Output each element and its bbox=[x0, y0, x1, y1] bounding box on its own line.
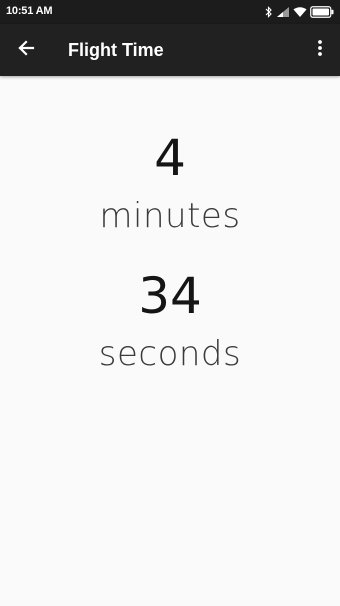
status-icons bbox=[265, 5, 334, 19]
more-vert-icon bbox=[317, 39, 323, 61]
seconds-value: 34 bbox=[138, 267, 202, 325]
battery-icon bbox=[310, 6, 334, 18]
app-bar: Flight Time bbox=[0, 24, 340, 76]
signal-icon bbox=[276, 6, 290, 18]
status-time: 10:51 AM bbox=[6, 5, 53, 17]
overflow-menu-button[interactable] bbox=[308, 36, 332, 64]
minutes-value: 4 bbox=[154, 129, 186, 187]
status-bar: 10:51 AM bbox=[0, 0, 340, 24]
flight-time-display: 4 minutes 34 seconds bbox=[0, 76, 340, 606]
back-button[interactable] bbox=[12, 36, 40, 64]
wifi-icon bbox=[293, 6, 307, 18]
page-title: Flight Time bbox=[68, 40, 164, 60]
seconds-label: seconds bbox=[98, 334, 242, 374]
arrow-back-icon bbox=[17, 39, 35, 61]
minutes-label: minutes bbox=[99, 196, 241, 236]
bluetooth-icon bbox=[265, 6, 273, 18]
